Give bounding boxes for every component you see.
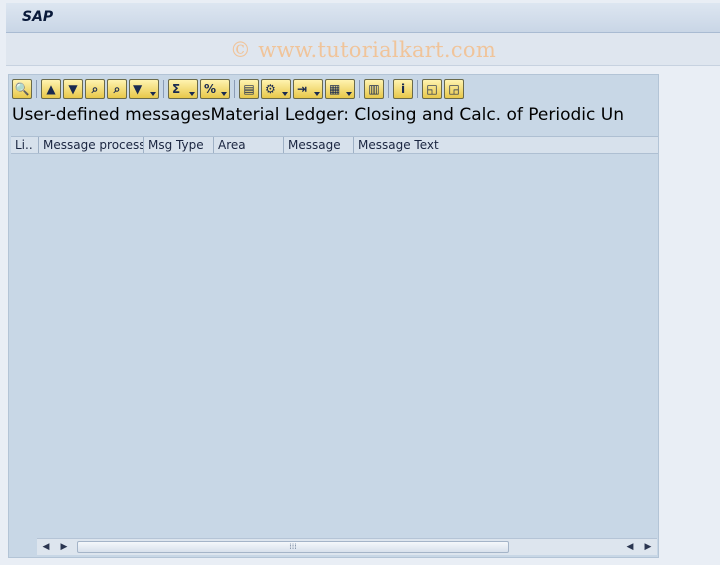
column-header-line[interactable]: Li.. — [11, 137, 39, 153]
toolbar-separator — [234, 80, 235, 98]
new-window-icon[interactable]: ◱ — [422, 79, 442, 99]
graphic-icon[interactable]: ▥ — [364, 79, 384, 99]
list-title: User-defined messagesMaterial Ledger: Cl… — [12, 105, 624, 125]
column-header-msg-type[interactable]: Msg Type — [144, 137, 214, 153]
scroll-right-icon[interactable]: ▶ — [57, 540, 71, 554]
scroll-left-icon[interactable]: ◀ — [39, 540, 53, 554]
application-toolbar: 🔍 ▲ ▼ ⌕ ⌕ ▼ Σ % ▤ ⚙ ⇥ ▦ ▥ i ◱ ◲ — [12, 78, 466, 100]
toolbar-separator — [359, 80, 360, 98]
scroll-thumb[interactable]: ⁞⁞⁞ — [77, 541, 509, 553]
copy-window-icon[interactable]: ◲ — [444, 79, 464, 99]
watermark-bar: © www.tutorialkart.com — [6, 33, 720, 66]
find-icon[interactable]: ⌕ — [85, 79, 105, 99]
toolbar-separator — [163, 80, 164, 98]
horizontal-scrollbar[interactable]: ◀ ▶ ⁞⁞⁞ ◀ ▶ — [37, 538, 657, 555]
column-header-message-text[interactable]: Message Text — [354, 137, 656, 153]
find-next-icon[interactable]: ⌕ — [107, 79, 127, 99]
toolbar-separator — [388, 80, 389, 98]
column-header-row: Li.. Message process... Msg Type Area Me… — [11, 136, 658, 154]
sort-descending-icon[interactable]: ▼ — [63, 79, 83, 99]
export-file-icon[interactable]: ⇥ — [293, 79, 323, 99]
export-icon[interactable]: ⚙ — [261, 79, 291, 99]
scroll-left-end-icon[interactable]: ◀ — [623, 540, 637, 554]
change-layout-icon[interactable]: ▦ — [325, 79, 355, 99]
title-bar: SAP — [6, 3, 720, 33]
sap-brand: SAP — [22, 9, 54, 25]
toolbar-separator — [417, 80, 418, 98]
scroll-right-end-icon[interactable]: ▶ — [641, 540, 655, 554]
information-icon[interactable]: i — [393, 79, 413, 99]
column-header-area[interactable]: Area — [214, 137, 284, 153]
toolbar-separator — [36, 80, 37, 98]
filter-icon[interactable]: ▼ — [129, 79, 159, 99]
sort-ascending-icon[interactable]: ▲ — [41, 79, 61, 99]
alv-list-panel: 🔍 ▲ ▼ ⌕ ⌕ ▼ Σ % ▤ ⚙ ⇥ ▦ ▥ i ◱ ◲ User-def… — [8, 74, 659, 558]
column-header-message-process[interactable]: Message process... — [39, 137, 144, 153]
total-icon[interactable]: Σ — [168, 79, 198, 99]
watermark-text: © www.tutorialkart.com — [229, 38, 497, 62]
print-preview-icon[interactable]: ▤ — [239, 79, 259, 99]
column-header-message[interactable]: Message — [284, 137, 354, 153]
subtotal-icon[interactable]: % — [200, 79, 230, 99]
details-icon[interactable]: 🔍 — [12, 79, 32, 99]
